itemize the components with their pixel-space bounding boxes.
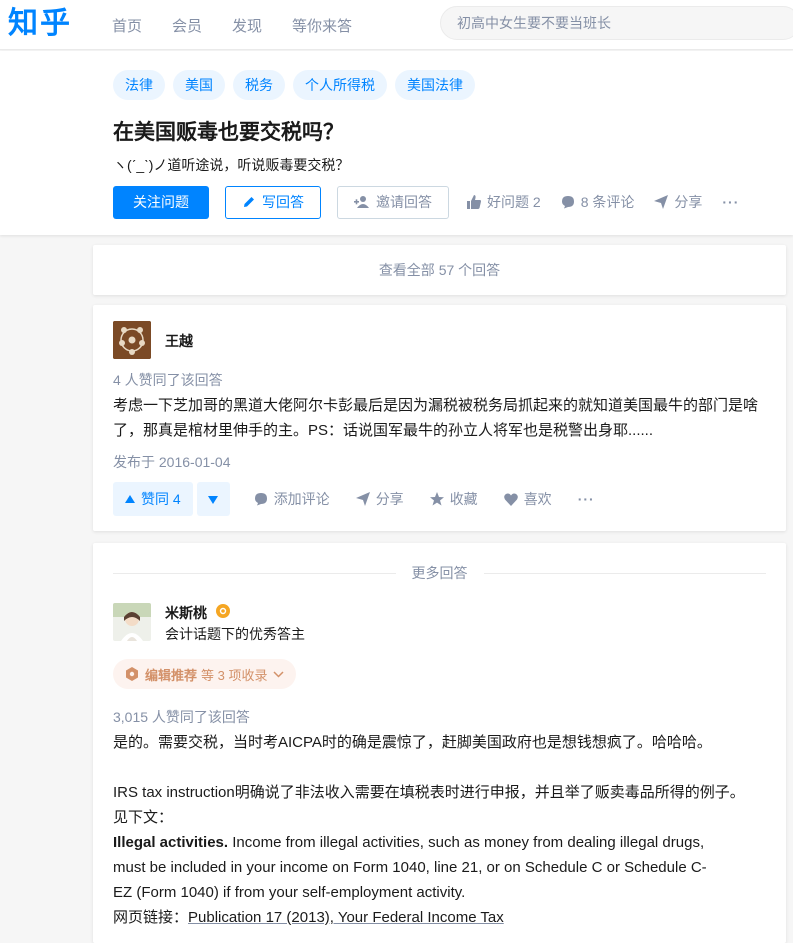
question-detail: ヽ(ˊ_ˋ)ノ道听途说，听说贩毒要交税？ (113, 157, 350, 173)
topic-tag[interactable]: 个人所得税 (293, 70, 387, 100)
author-name[interactable]: 王越 (165, 331, 193, 351)
answer-paragraph: 是的。需要交税，当时考AICPA时的确是震惊了，赶脚美国政府也是想钱想疯了。哈哈… (113, 734, 712, 751)
nav-vip[interactable]: 会员 (172, 15, 202, 36)
nav-waiting[interactable]: 等你来答 (292, 15, 352, 36)
answer-line: Illegal activities. Income from illegal … (113, 830, 773, 855)
author-description: 会计话题下的优秀答主 (165, 626, 305, 642)
answer-line: 网页链接：Publication 17 (2013), Your Federal… (113, 905, 773, 930)
upvote-button[interactable]: 赞同 4 (113, 482, 193, 516)
question-more-button[interactable]: ··· (722, 194, 739, 210)
publication-link[interactable]: Publication 17 (2013), Your Federal Inco… (188, 909, 504, 926)
answer-line: 了，那真是棺材里伸手的主。PS：话说国军最牛的孙立人将军也是税警出身耶.....… (113, 422, 654, 439)
excellent-author-badge-icon[interactable] (216, 604, 230, 618)
answer-content: 是的。需要交税，当时考AICPA时的确是震惊了，赶脚美国政府也是想钱想疯了。哈哈… (113, 730, 773, 930)
upvote-label: 赞同 4 (141, 491, 181, 507)
more-button[interactable]: ··· (578, 491, 595, 507)
answer-card: 王越 4 人赞同了该回答 考虑一下芝加哥的黑道大佬阿尔卡彭最后是因为漏税被税务局… (93, 305, 786, 531)
write-answer-label: 写回答 (262, 194, 304, 210)
answer-line: must be included in your income on Form … (113, 859, 707, 876)
question-share-button[interactable]: 分享 (654, 192, 702, 212)
good-question-label: 好问题 2 (487, 194, 541, 210)
editor-recommend-badge[interactable]: 编辑推荐 等 3 项收录 (113, 659, 297, 689)
answer-card: 更多回答 米斯桃 会计话题下的优秀答主 编辑推荐 等 3 项收录 3,015 人… (93, 543, 786, 943)
voters-count: 3,015 人赞同了该回答 (113, 709, 250, 725)
view-all-answers-button[interactable]: 查看全部 57 个回答 (93, 245, 786, 295)
divider-line (113, 572, 396, 574)
comment-icon (254, 492, 268, 506)
more-answers-divider: 更多回答 (113, 561, 766, 585)
more-answers-label: 更多回答 (411, 565, 468, 581)
voters-count: 4 人赞同了该回答 (113, 372, 223, 388)
link-prefix: 网页链接： (113, 909, 189, 926)
triangle-down-icon (208, 492, 219, 507)
avatar[interactable] (113, 321, 151, 359)
topic-tag[interactable]: 法律 (113, 70, 165, 100)
chevron-down-icon (273, 670, 285, 678)
share-icon (654, 195, 669, 209)
question-header: 法律 美国 税务 个人所得税 美国法律 在美国贩毒也要交税吗？ ヽ(ˊ_ˋ)ノ道… (0, 51, 793, 235)
good-question-button[interactable]: 好问题 2 (467, 192, 541, 212)
collect-label: 收藏 (449, 491, 478, 507)
add-user-icon (354, 195, 370, 209)
answer-text-span: Income from illegal activities, such as … (228, 834, 705, 851)
answer-line: IRS tax instruction明确说了非法收入需要在填税表时进行申报，并… (113, 784, 745, 801)
triangle-up-icon (125, 495, 135, 503)
question-actions: 关注问题 写回答 邀请回答 好问题 2 8 条评论 分享 ··· (113, 185, 759, 219)
main-nav: 首页 会员 发现 等你来答 (112, 0, 382, 50)
heart-icon (503, 493, 518, 506)
invite-answer-label: 邀请回答 (376, 194, 432, 210)
thumbs-up-icon (467, 195, 481, 209)
like-button[interactable]: 喜欢 (503, 489, 552, 509)
nav-discover[interactable]: 发现 (232, 15, 262, 36)
answer-line: 见下文： (113, 809, 174, 826)
author-name[interactable]: 米斯桃 (165, 603, 207, 623)
publish-date[interactable]: 发布于 2016-01-04 (113, 452, 231, 472)
topic-tag[interactable]: 美国法律 (395, 70, 475, 100)
topic-tags: 法律 美国 税务 个人所得税 美国法律 (113, 70, 483, 100)
add-comment-button[interactable]: 添加评论 (254, 489, 330, 509)
answer-actions: 赞同 4 添加评论 分享 收藏 喜欢 ··· (113, 482, 621, 516)
question-comments-label: 8 条评论 (580, 194, 635, 210)
downvote-button[interactable] (196, 482, 230, 516)
write-answer-button[interactable]: 写回答 (225, 185, 321, 219)
invite-answer-button[interactable]: 邀请回答 (337, 185, 449, 219)
divider-line (483, 572, 766, 574)
topic-tag[interactable]: 美国 (173, 70, 225, 100)
question-comments-button[interactable]: 8 条评论 (561, 192, 635, 212)
add-comment-label: 添加评论 (273, 491, 330, 507)
share-button[interactable]: 分享 (355, 489, 404, 509)
pencil-icon (242, 195, 256, 209)
share-label: 分享 (375, 491, 404, 507)
share-icon (355, 492, 370, 506)
follow-question-button[interactable]: 关注问题 (113, 185, 209, 219)
zhihu-logo[interactable]: 知乎 (8, 4, 72, 44)
answer-line: 考虑一下芝加哥的黑道大佬阿尔卡彭最后是因为漏税被税务局抓起来的就知道美国最牛的部… (113, 397, 759, 414)
nav-home[interactable]: 首页 (112, 15, 142, 36)
answer-line: EZ (Form 1040) if from your self-employm… (113, 884, 466, 901)
hexagon-icon (125, 667, 139, 681)
search-input[interactable] (440, 6, 793, 40)
comment-icon (561, 195, 575, 209)
bold-term: Illegal activities. (113, 834, 229, 851)
avatar[interactable] (113, 603, 151, 641)
recommend-label: 编辑推荐 (145, 667, 198, 683)
topic-tag[interactable]: 税务 (233, 70, 285, 100)
star-icon (429, 492, 444, 506)
question-title: 在美国贩毒也要交税吗？ (113, 121, 344, 144)
collect-button[interactable]: 收藏 (429, 489, 478, 509)
like-label: 喜欢 (523, 491, 552, 507)
question-share-label: 分享 (674, 194, 703, 210)
top-navbar: 知乎 首页 会员 发现 等你来答 (0, 0, 793, 50)
recommend-extra: 等 3 项收录 (201, 667, 268, 683)
answer-content: 考虑一下芝加哥的黑道大佬阿尔卡彭最后是因为漏税被税务局抓起来的就知道美国最牛的部… (113, 393, 773, 443)
